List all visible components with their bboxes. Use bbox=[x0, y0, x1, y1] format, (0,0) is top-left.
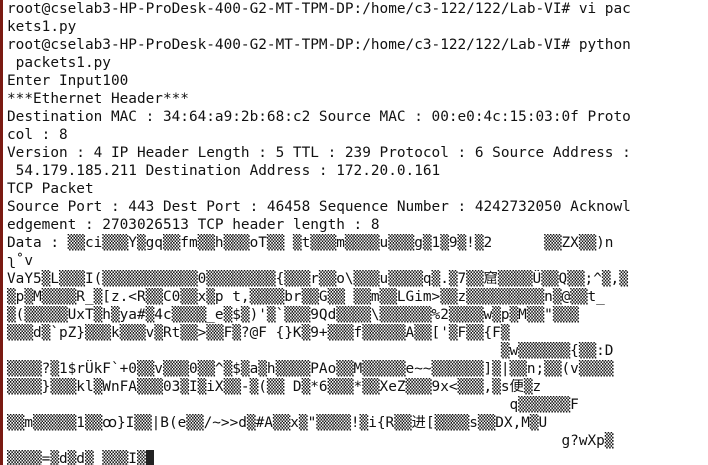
terminal-line: ʅ˚v bbox=[7, 253, 33, 269]
terminal-line: col : 8 bbox=[7, 127, 68, 143]
terminal-line: q▒▒▒▒▒▒F bbox=[7, 397, 579, 413]
terminal-line: ▒w▒▒▒▒▒▒{▒▒:D bbox=[7, 343, 614, 359]
terminal-line: Source Port : 443 Dest Port : 46458 Sequ… bbox=[7, 199, 631, 215]
terminal-line: Version : 4 IP Header Length : 5 TTL : 2… bbox=[7, 145, 631, 161]
terminal-line: ▒▒▒d▒`pZ}▒▒▒k▒▒▒v▒Rt▒▒>▒▒F▒?@F {}K▒9+▒▒▒… bbox=[7, 325, 510, 341]
terminal-output[interactable]: root@cselab3-HP-ProDesk-400-G2-MT-TPM-DP… bbox=[7, 0, 707, 465]
terminal-line: packets1.py bbox=[7, 55, 111, 71]
terminal-line: Enter Input100 bbox=[7, 73, 129, 89]
terminal-line: 54.179.185.211 Destination Address : 172… bbox=[7, 163, 441, 179]
terminal-line-text: ▒▒▒▒=▒d▒d▒ ▒▒▒I▒ bbox=[7, 451, 146, 465]
terminal-line: TCP Packet bbox=[7, 181, 94, 197]
terminal-line: ▒▒▒▒}▒▒▒kl▒WnFA▒▒▒03▒I▒iX▒▒-▒(▒▒ D▒*6▒▒▒… bbox=[7, 379, 542, 395]
terminal-line: Destination MAC : 34:64:a9:2b:68:c2 Sour… bbox=[7, 109, 631, 125]
terminal-line: Data : ▒▒ci▒▒▒Y▒gq▒▒fm▒▒h▒▒▒oT▒▒ ▒t▒▒▒m▒… bbox=[7, 235, 614, 251]
terminal-line: ▒▒▒▒?▒1$rÜkF`+0▒▒v▒▒▒0▒▒^▒$▒a▒h▒▒▒▒PAo▒▒… bbox=[7, 361, 614, 377]
text-cursor bbox=[145, 450, 154, 465]
terminal-line: root@cselab3-HP-ProDesk-400-G2-MT-TPM-DP… bbox=[7, 37, 631, 53]
terminal-line-last: ▒▒▒▒=▒d▒d▒ ▒▒▒I▒ bbox=[7, 450, 707, 465]
terminal-line: ▒▒m▒▒▒▒▒1▒▒ꝏ}I▒▒|B(e▒▒/~>>d▒#A▒▒x▒"▒▒▒▒!… bbox=[7, 415, 548, 431]
terminal-line: kets1.py bbox=[7, 19, 77, 35]
terminal-line: VaY5▒L▒▒▒I(▒▒▒▒▒▒▒▒▒▒▒0▒▒▒▒▒▒▒▒{▒▒▒r▒▒o\… bbox=[7, 271, 628, 287]
window-left-edge bbox=[0, 0, 3, 465]
terminal-window[interactable]: root@cselab3-HP-ProDesk-400-G2-MT-TPM-DP… bbox=[0, 0, 708, 465]
terminal-line: root@cselab3-HP-ProDesk-400-G2-MT-TPM-DP… bbox=[7, 1, 631, 17]
terminal-line: ▒(▒▒▒▒▒UxT▒h▒ya#▒4c▒▒▒▒_e▒$▒)'▒`▒▒▒9Qd▒▒… bbox=[7, 307, 579, 323]
terminal-line: ▒p▒M▒▒▒▒R_▒[z.<R▒▒C0▒▒x▒p t,▒▒▒▒br▒▒G▒▒ … bbox=[7, 289, 605, 305]
terminal-line: edgement : 2703026513 TCP header length … bbox=[7, 217, 380, 233]
terminal-line: ***Ethernet Header*** bbox=[7, 91, 189, 107]
terminal-line: g?wXp▒ bbox=[7, 433, 614, 449]
